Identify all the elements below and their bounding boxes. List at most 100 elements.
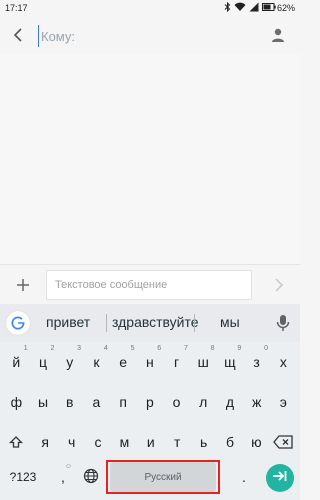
key-row-2: фы в а п р о л дж э (0, 384, 300, 420)
message-area (0, 54, 300, 264)
key-label: г (173, 354, 180, 370)
key-row-1: й1ц2у3к4е5н6г7ш8щ9з0х (0, 344, 300, 380)
key[interactable]: и (138, 424, 164, 460)
compose-bar (0, 264, 300, 305)
key-number-hint: 6 (157, 345, 162, 352)
key[interactable]: д (217, 384, 244, 420)
globe-key[interactable] (80, 462, 102, 492)
key[interactable]: г7 (163, 344, 190, 380)
suggestion-strip: привет здравствуйте мы (0, 304, 300, 342)
key-label: п (119, 394, 127, 410)
contact-icon[interactable] (270, 27, 286, 43)
key-label: ж (251, 394, 262, 410)
key-label: ш (197, 354, 209, 370)
key[interactable]: р (137, 384, 164, 420)
symbols-key[interactable]: ?123 (6, 462, 40, 492)
key[interactable]: й1 (3, 344, 30, 380)
key[interactable]: к4 (83, 344, 110, 380)
emoji-icon: ☺ (64, 463, 72, 470)
battery-percent: 62% (276, 3, 295, 13)
key-label: ю (251, 434, 262, 450)
comma-key[interactable]: , ☺ (52, 462, 74, 492)
key[interactable]: а (83, 384, 110, 420)
key-number-hint: 2 (50, 345, 55, 352)
back-arrow-icon[interactable] (10, 26, 28, 44)
key-row-3: я ч с ми т ь б ю (0, 424, 300, 460)
bluetooth-icon (224, 1, 231, 14)
key-number-hint: 4 (103, 345, 108, 352)
key-label: б (225, 434, 234, 450)
key-number-hint: 1 (23, 345, 28, 352)
key-label: л (199, 394, 208, 410)
key[interactable]: я (32, 424, 58, 460)
suggestion-divider (106, 314, 107, 332)
key-label: е (119, 354, 128, 370)
key-label: у (66, 354, 74, 370)
mic-icon[interactable] (276, 314, 290, 332)
key-label: э (279, 394, 287, 410)
key[interactable]: т (164, 424, 190, 460)
suggestion-divider (194, 314, 195, 332)
key[interactable]: е5 (110, 344, 137, 380)
status-time: 17:17 (5, 3, 28, 13)
key-label: ц (39, 354, 48, 370)
google-g-icon[interactable] (6, 311, 30, 335)
key-label: щ (224, 354, 236, 370)
keyboard: привет здравствуйте мы й1ц2у3к4е5н6г7ш8щ… (0, 304, 300, 500)
key-label: з (253, 354, 260, 370)
wifi-icon (234, 2, 246, 14)
key[interactable]: ф (3, 384, 30, 420)
globe-icon (83, 468, 99, 487)
key-label: ы (38, 394, 49, 410)
key[interactable]: б (217, 424, 243, 460)
key-number-hint: 0 (264, 345, 268, 352)
key[interactable]: в (56, 384, 83, 420)
key[interactable]: у3 (56, 344, 83, 380)
key-label: х (279, 354, 287, 370)
period-key[interactable]: . (234, 462, 254, 492)
key-number-hint: 9 (237, 345, 242, 352)
key[interactable]: л (190, 384, 217, 420)
key-label: с (94, 434, 102, 450)
enter-key[interactable] (266, 464, 294, 492)
key-number-hint: 5 (130, 345, 135, 352)
key[interactable]: ж (243, 384, 270, 420)
key[interactable]: м (111, 424, 137, 460)
key[interactable]: п (110, 384, 137, 420)
key[interactable]: ц2 (30, 344, 57, 380)
suggestion-1[interactable]: привет (46, 314, 90, 330)
key-label: м (119, 434, 130, 450)
key-label: в (66, 394, 74, 410)
suggestion-2[interactable]: здравствуйте (112, 314, 199, 330)
backspace-key[interactable] (270, 424, 296, 460)
suggestion-3[interactable]: мы (220, 314, 240, 330)
key[interactable]: ч (58, 424, 84, 460)
key[interactable]: щ9 (217, 344, 244, 380)
key[interactable]: ю (243, 424, 269, 460)
key-label: к (93, 354, 100, 370)
key[interactable]: ы (30, 384, 57, 420)
enter-arrow-icon (272, 469, 288, 488)
key[interactable]: о (163, 384, 190, 420)
key-label: я (41, 434, 49, 450)
comma-label: , (61, 469, 65, 485)
key[interactable]: э (270, 384, 297, 420)
key[interactable]: х (270, 344, 297, 380)
shift-key[interactable] (4, 424, 28, 460)
status-bar: 17:17 62% (0, 0, 300, 16)
key-label: т (173, 434, 181, 450)
key-label: р (145, 394, 154, 410)
key[interactable]: з0 (243, 344, 270, 380)
key[interactable]: ь (190, 424, 216, 460)
key-number-hint: 7 (183, 345, 188, 352)
message-input[interactable] (46, 270, 252, 300)
key[interactable]: н6 (137, 344, 164, 380)
recipient-input[interactable] (38, 25, 263, 47)
send-icon[interactable] (272, 277, 286, 293)
key-label: ч (67, 434, 76, 450)
key[interactable]: ш8 (190, 344, 217, 380)
key[interactable]: с (85, 424, 111, 460)
key-label: й (12, 354, 21, 370)
plus-icon[interactable] (14, 276, 32, 294)
recipient-bar (0, 16, 300, 54)
